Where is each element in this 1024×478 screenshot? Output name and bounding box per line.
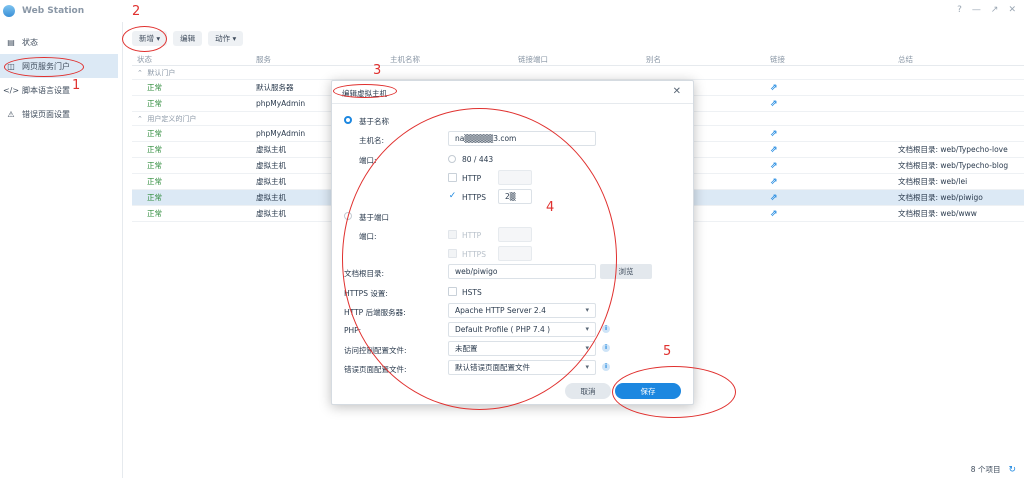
sidebar-item-status[interactable]: ▤ 状态 (0, 30, 118, 54)
external-link-icon[interactable]: ⇗ (770, 193, 778, 203)
sidebar-item-label: 脚本语言设置 (22, 85, 70, 95)
col-summary[interactable]: 总结 (898, 54, 1024, 65)
external-link-icon[interactable]: ⇗ (770, 161, 778, 171)
table-footer: 8 个项目 ↻ (971, 464, 1016, 475)
sidebar-item-label: 状态 (22, 37, 38, 47)
edit-button[interactable]: 编辑 (173, 31, 203, 46)
item-count: 8 个项目 (970, 465, 1001, 474)
annotation-number-5: 5 (663, 344, 672, 359)
external-link-icon[interactable]: ⇗ (770, 145, 778, 155)
app-title: Web Station (22, 6, 85, 16)
row-summary: 文档根目录: web/www (898, 209, 977, 218)
web-station-logo-icon (3, 5, 15, 17)
code-icon: </> (2, 85, 20, 95)
annotation-circle-4 (342, 108, 617, 410)
external-link-icon[interactable]: ⇗ (770, 129, 778, 139)
help-icon[interactable]: ? (957, 5, 962, 15)
row-status: 正常 (147, 193, 162, 202)
col-hostname[interactable]: 主机名称 (390, 54, 518, 65)
refresh-icon[interactable]: ↻ (1008, 465, 1016, 475)
window-controls: ? — ↗ ✕ (957, 5, 1016, 15)
name-based-label: 基于名称 (359, 117, 389, 126)
external-link-icon[interactable]: ⇗ (770, 209, 778, 219)
group-label: 用户定义的门户 (147, 114, 197, 123)
external-link-icon[interactable]: ⇗ (770, 99, 778, 109)
external-link-icon[interactable]: ⇗ (770, 83, 778, 93)
col-status[interactable]: 状态 (132, 54, 256, 65)
col-port[interactable]: 链接端口 (518, 54, 646, 65)
title-bar: Web Station ? — ↗ ✕ (0, 0, 1024, 22)
annotation-circle-3 (333, 84, 397, 98)
table-header: 状态 服务 主机名称 链接端口 别名 链接 总结 (132, 54, 1024, 66)
row-summary: 文档根目录: web/Typecho-blog (898, 161, 1009, 170)
hostname-label: 主机名: (359, 136, 385, 145)
group-default-portal[interactable]: ⌃ 默认门户 (132, 66, 1024, 80)
annotation-number-3: 3 (373, 63, 382, 78)
info-icon[interactable]: i (602, 325, 610, 333)
collapse-icon: ⌃ (137, 114, 148, 123)
info-icon[interactable]: i (602, 363, 610, 371)
annotation-number-4: 4 (546, 200, 555, 215)
sidebar-item-script-language[interactable]: </> 脚本语言设置 (0, 78, 118, 102)
close-icon[interactable]: ✕ (673, 86, 681, 97)
annotation-circle-1 (4, 57, 84, 77)
info-icon[interactable]: i (602, 344, 610, 352)
group-label: 默认门户 (147, 68, 176, 77)
chevron-down-icon: ▾ (230, 34, 237, 43)
annotation-circle-2 (122, 26, 167, 52)
annotation-number-1: 1 (72, 78, 81, 93)
sidebar-divider (122, 22, 123, 478)
row-status: 正常 (147, 83, 162, 92)
sidebar: ▤ 状态 ◫ 网页服务门户 </> 脚本语言设置 ⚠ 错误页面设置 (0, 30, 118, 126)
row-summary: 文档根目录: web/piwigo (898, 193, 983, 202)
annotation-number-2: 2 (132, 4, 141, 19)
row-summary: 文档根目录: web/lei (898, 177, 968, 186)
close-window-icon[interactable]: ✕ (1008, 5, 1016, 15)
collapse-icon: ⌃ (137, 68, 148, 77)
sidebar-item-label: 错误页面设置 (22, 109, 70, 119)
row-status: 正常 (147, 161, 162, 170)
dialog-divider (332, 103, 693, 104)
col-link[interactable]: 链接 (770, 54, 898, 65)
name-based-radio[interactable] (344, 116, 352, 124)
row-summary: 文档根目录: web/Typecho-love (898, 145, 1008, 154)
row-status: 正常 (147, 145, 162, 154)
row-status: 正常 (147, 129, 162, 138)
edit-button-label: 编辑 (180, 34, 196, 43)
popout-icon[interactable]: ↗ (991, 5, 999, 15)
cancel-button[interactable]: 取消 (565, 383, 611, 399)
action-button-label: 动作 (215, 34, 231, 43)
minimize-icon[interactable]: — (972, 5, 981, 15)
row-status: 正常 (147, 99, 162, 108)
external-link-icon[interactable]: ⇗ (770, 177, 778, 187)
annotation-circle-5 (612, 366, 736, 418)
sidebar-item-error-page[interactable]: ⚠ 错误页面设置 (0, 102, 118, 126)
action-button[interactable]: 动作 ▾ (208, 31, 244, 46)
row-status: 正常 (147, 209, 162, 218)
col-service[interactable]: 服务 (256, 54, 390, 65)
col-alias[interactable]: 别名 (646, 54, 770, 65)
status-icon: ▤ (7, 37, 15, 47)
error-icon: ⚠ (7, 109, 15, 119)
row-status: 正常 (147, 177, 162, 186)
